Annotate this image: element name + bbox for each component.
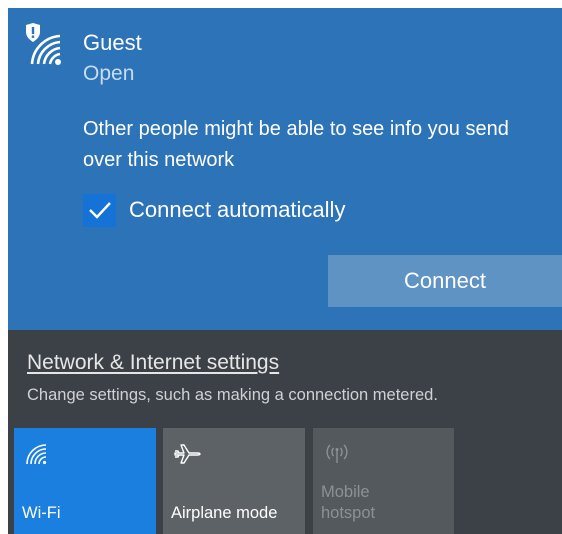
checkmark-icon bbox=[88, 202, 111, 219]
network-security: Open bbox=[83, 62, 135, 85]
connect-automatically-option[interactable]: Connect automatically bbox=[83, 192, 345, 228]
auto-connect-label[interactable]: Connect automatically bbox=[129, 197, 345, 223]
network-flyout: Guest Open Other people might be able to… bbox=[8, 8, 562, 534]
network-name: Guest bbox=[83, 30, 142, 55]
mobile-hotspot-tile[interactable]: Mobile hotspot bbox=[313, 428, 454, 534]
selected-network-panel[interactable]: Guest Open Other people might be able to… bbox=[8, 8, 562, 330]
connect-button[interactable]: Connect bbox=[328, 255, 562, 307]
wifi-icon bbox=[24, 442, 48, 471]
airplane-tile-label: Airplane mode bbox=[171, 504, 278, 522]
airplane-icon bbox=[173, 442, 201, 471]
airplane-mode-tile[interactable]: Airplane mode bbox=[163, 428, 305, 534]
wifi-shield-icon bbox=[22, 22, 64, 68]
wifi-toggle-tile[interactable]: Wi-Fi bbox=[14, 428, 156, 534]
wifi-tile-label: Wi-Fi bbox=[22, 504, 61, 522]
network-settings-description: Change settings, such as making a connec… bbox=[27, 386, 438, 404]
auto-connect-checkbox[interactable] bbox=[83, 193, 116, 227]
security-warning: Other people might be able to see info y… bbox=[83, 118, 509, 171]
hotspot-icon bbox=[323, 442, 351, 469]
network-settings-link[interactable]: Network & Internet settings bbox=[27, 351, 279, 375]
hotspot-tile-label: Mobile hotspot bbox=[321, 483, 376, 522]
